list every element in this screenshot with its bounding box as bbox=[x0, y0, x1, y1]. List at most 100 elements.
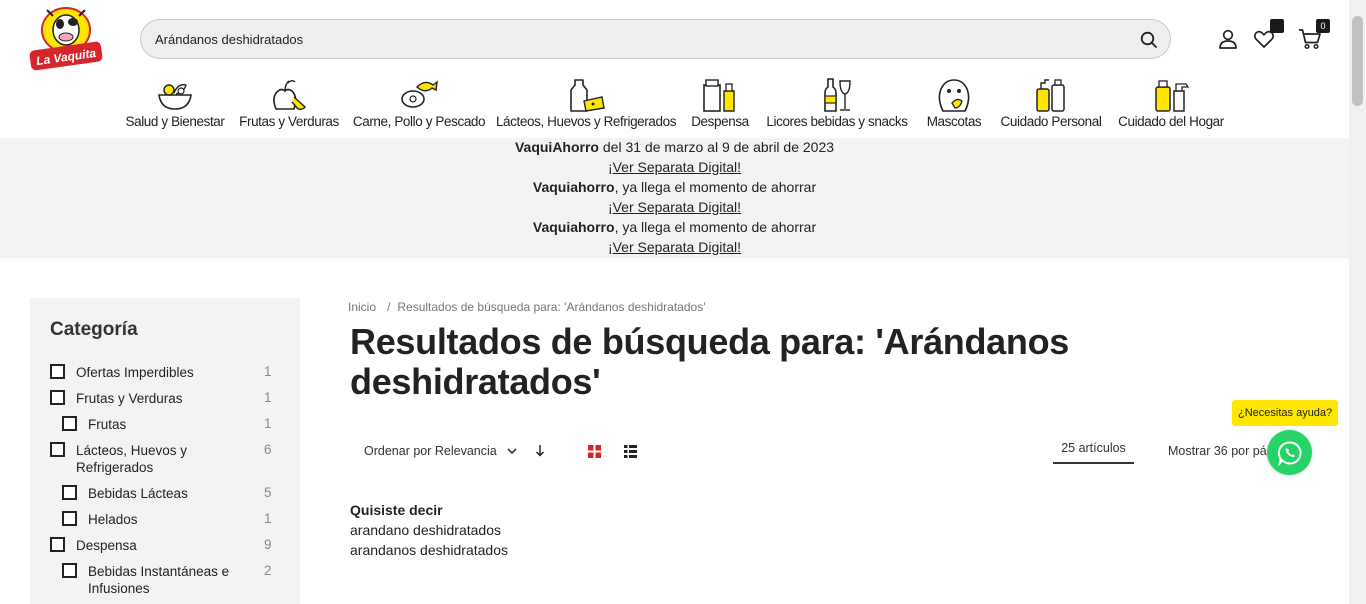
checkbox[interactable] bbox=[62, 563, 77, 578]
sort-label: Ordenar por Relevancia bbox=[364, 444, 497, 458]
suggestion-link[interactable]: arandanos deshidratados bbox=[350, 540, 508, 560]
filter-frutas-verduras[interactable]: Frutas y Verduras 1 bbox=[50, 390, 272, 407]
sort-select[interactable]: Ordenar por Relevancia bbox=[364, 444, 517, 458]
help-bubble[interactable]: ¿Necesitas ayuda? bbox=[1232, 400, 1339, 426]
page-scrollbar[interactable] bbox=[1349, 0, 1366, 604]
promo-brand: VaquiAhorro bbox=[514, 139, 599, 155]
filter-frutas[interactable]: Frutas 1 bbox=[62, 416, 272, 433]
category-label: Cuidado Personal bbox=[1000, 114, 1102, 129]
scrollbar-thumb[interactable] bbox=[1352, 16, 1363, 106]
wishlist-button[interactable] bbox=[1251, 19, 1284, 52]
checkbox[interactable] bbox=[50, 364, 65, 379]
category-despensa[interactable]: Despensa bbox=[690, 76, 750, 132]
promo-brand: Vaquiahorro bbox=[532, 219, 615, 235]
promo-text: del 31 de marzo al 9 de abril de 2023 bbox=[598, 139, 835, 155]
promo-line: Vaquiahorro, ya llega el momento de ahor… bbox=[0, 218, 1349, 238]
category-label: Salud y Bienestar bbox=[125, 114, 225, 129]
whatsapp-icon bbox=[1277, 440, 1301, 466]
filter-bebidas-lacteas[interactable]: Bebidas Lácteas 5 bbox=[62, 485, 272, 502]
meat-fish-icon bbox=[399, 76, 439, 114]
filter-label: Frutas y Verduras bbox=[76, 391, 183, 406]
category-label: Frutas y Verduras bbox=[239, 114, 339, 129]
category-label: Carne, Pollo y Pescado bbox=[352, 114, 486, 129]
checkbox[interactable] bbox=[62, 485, 77, 500]
category-mascotas[interactable]: Mascotas bbox=[924, 76, 984, 132]
filter-bebidas-instantaneas[interactable]: Bebidas Instantáneas e Infusiones 2 bbox=[62, 563, 272, 597]
separata-link[interactable]: ¡Ver Separata Digital! bbox=[608, 239, 741, 255]
checkbox[interactable] bbox=[50, 442, 65, 457]
filter-count: 1 bbox=[264, 364, 272, 379]
grid-icon bbox=[588, 445, 601, 458]
category-label: Cuidado del Hogar bbox=[1118, 114, 1224, 129]
filter-label: Frutas bbox=[88, 417, 127, 432]
drinks-icon bbox=[817, 76, 857, 114]
grid-view-button[interactable] bbox=[588, 445, 601, 463]
did-you-mean: Quisiste decir arandano deshidratados ar… bbox=[350, 500, 508, 560]
breadcrumb-home[interactable]: Inicio bbox=[348, 300, 376, 314]
filter-count: 2 bbox=[264, 563, 272, 578]
cart-count-badge: 0 bbox=[1316, 19, 1330, 33]
separata-link[interactable]: ¡Ver Separata Digital! bbox=[608, 159, 741, 175]
pet-icon bbox=[934, 76, 974, 114]
checkbox[interactable] bbox=[50, 390, 65, 405]
category-frutas-verduras[interactable]: Frutas y Verduras bbox=[239, 76, 339, 132]
dairy-icon bbox=[566, 76, 606, 114]
category-carne-pollo-pescado[interactable]: Carne, Pollo y Pescado bbox=[353, 76, 486, 132]
checkbox[interactable] bbox=[50, 537, 65, 552]
personal-care-icon bbox=[1031, 76, 1071, 114]
filter-despensa[interactable]: Despensa 9 bbox=[50, 537, 272, 554]
suggestion-link[interactable]: arandano deshidratados bbox=[350, 520, 508, 540]
filter-ofertas-imperdibles[interactable]: Ofertas Imperdibles 1 bbox=[50, 364, 272, 381]
filter-label: Ofertas Imperdibles bbox=[76, 365, 194, 380]
filter-count: 1 bbox=[264, 416, 272, 431]
filter-lacteos[interactable]: Lácteos, Huevos y Refrigerados 6 bbox=[50, 442, 272, 476]
filter-helados[interactable]: Helados 1 bbox=[62, 511, 272, 528]
filter-count: 9 bbox=[264, 537, 272, 552]
filter-label: Helados bbox=[88, 512, 138, 527]
search-bar bbox=[140, 19, 1171, 59]
checkbox[interactable] bbox=[62, 416, 77, 431]
la-vaquita-logo[interactable]: La Vaquita bbox=[26, 6, 106, 72]
list-view-button[interactable] bbox=[624, 445, 637, 463]
checkbox[interactable] bbox=[62, 511, 77, 526]
per-page-select[interactable]: Mostrar 36 por pág bbox=[1168, 444, 1274, 458]
breadcrumb-separator: / bbox=[387, 300, 391, 314]
category-licores-bebidas-snacks[interactable]: Licores bebidas y snacks bbox=[766, 76, 908, 132]
search-input[interactable] bbox=[155, 20, 1115, 58]
filter-count: 1 bbox=[264, 511, 272, 526]
results-count: 25 artículos bbox=[1053, 437, 1134, 464]
separata-link[interactable]: ¡Ver Separata Digital! bbox=[608, 199, 741, 215]
home-care-icon bbox=[1151, 76, 1191, 114]
cart-button[interactable]: 0 bbox=[1297, 19, 1330, 52]
promo-line: VaquiAhorro del 31 de marzo al 9 de abri… bbox=[0, 138, 1349, 158]
account-button[interactable] bbox=[1215, 26, 1241, 52]
category-salud-bienestar[interactable]: Salud y Bienestar bbox=[125, 76, 225, 132]
page-title: Resultados de búsqueda para: 'Arándanos … bbox=[350, 321, 1070, 402]
category-filter-panel: Categoría Ofertas Imperdibles 1 Frutas y… bbox=[30, 298, 300, 604]
promo-line: Vaquiahorro, ya llega el momento de ahor… bbox=[0, 178, 1349, 198]
filter-label: Bebidas Lácteas bbox=[88, 486, 188, 501]
promo-text: , ya llega el momento de ahorrar bbox=[614, 179, 817, 195]
category-nav: Salud y Bienestar Frutas y Verduras Carn… bbox=[0, 76, 1349, 132]
did-you-mean-title: Quisiste decir bbox=[350, 502, 443, 518]
fruits-icon bbox=[269, 76, 309, 114]
pantry-icon bbox=[700, 76, 740, 114]
filter-count: 1 bbox=[264, 390, 272, 405]
filter-title: Categoría bbox=[50, 319, 138, 340]
category-label: Lácteos, Huevos y Refrigerados bbox=[495, 114, 677, 129]
promo-banner: VaquiAhorro del 31 de marzo al 9 de abri… bbox=[0, 138, 1349, 258]
breadcrumb-current: Resultados de búsqueda para: 'Arándanos … bbox=[397, 300, 706, 314]
promo-brand: Vaquiahorro bbox=[532, 179, 615, 195]
category-cuidado-personal[interactable]: Cuidado Personal bbox=[1000, 76, 1102, 132]
sort-direction-button[interactable] bbox=[534, 444, 546, 463]
category-label: Licores bebidas y snacks bbox=[766, 114, 908, 129]
wishlist-count-badge bbox=[1270, 19, 1284, 33]
whatsapp-button[interactable] bbox=[1267, 430, 1312, 475]
category-cuidado-hogar[interactable]: Cuidado del Hogar bbox=[1118, 76, 1224, 132]
filter-label: Bebidas Instantáneas e Infusiones bbox=[88, 564, 230, 596]
category-lacteos-huevos-refrigerados[interactable]: Lácteos, Huevos y Refrigerados bbox=[496, 76, 676, 132]
category-label: Despensa bbox=[691, 114, 749, 129]
filter-count: 5 bbox=[264, 485, 272, 500]
chevron-down-icon bbox=[507, 447, 517, 454]
search-button[interactable] bbox=[1138, 29, 1160, 51]
